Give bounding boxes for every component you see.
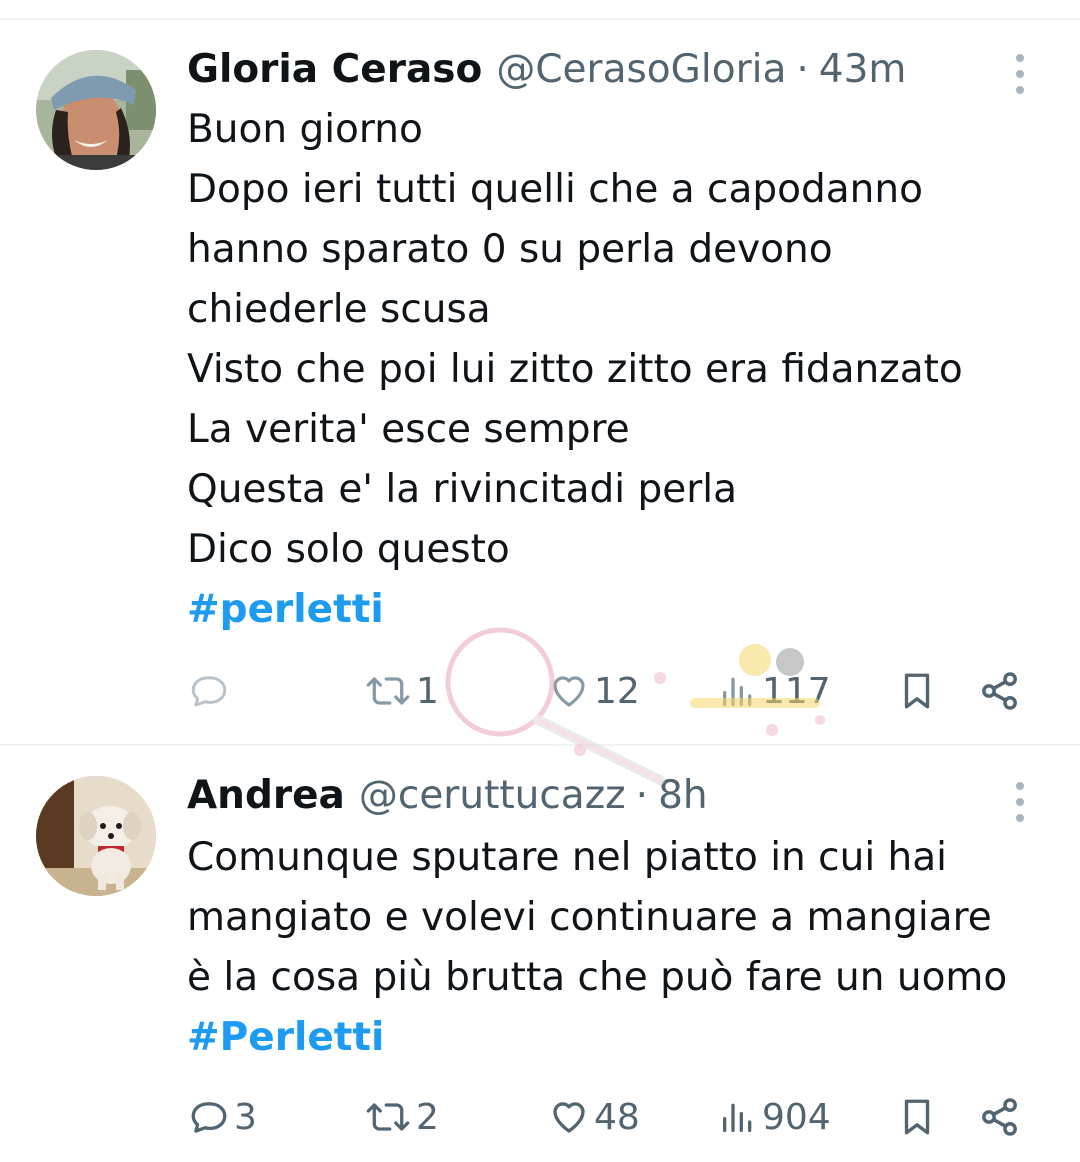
views-button[interactable]: 904 bbox=[718, 1096, 831, 1138]
tweet-header: Andrea @ceruttucazz · 8h bbox=[187, 772, 708, 820]
action-bar: 3 2 48 904 bbox=[0, 1090, 1080, 1150]
views-count: 117 bbox=[762, 670, 831, 712]
like-count: 12 bbox=[594, 670, 640, 712]
views-icon bbox=[723, 1103, 752, 1132]
action-bar: 1 12 117 bbox=[0, 660, 1080, 720]
repost-button[interactable]: 2 bbox=[364, 1096, 439, 1138]
more-icon[interactable] bbox=[1006, 54, 1034, 94]
user-handle[interactable]: @ceruttucazz bbox=[359, 772, 626, 820]
repost-count: 2 bbox=[416, 1096, 439, 1138]
like-button[interactable]: 12 bbox=[548, 670, 640, 712]
hashtag-link[interactable]: #Perletti bbox=[187, 1008, 1007, 1068]
like-button[interactable]: 48 bbox=[548, 1096, 640, 1138]
avatar[interactable] bbox=[36, 50, 156, 170]
heart-icon bbox=[553, 676, 585, 707]
reply-button[interactable]: 3 bbox=[188, 1096, 257, 1138]
share-button[interactable] bbox=[978, 668, 1022, 714]
reply-icon bbox=[191, 1102, 227, 1133]
views-count: 904 bbox=[762, 1096, 831, 1138]
heart-icon bbox=[553, 1102, 585, 1133]
share-icon bbox=[982, 672, 1017, 710]
views-icon bbox=[723, 677, 752, 706]
tweet-line: hanno sparato 0 su perla devono bbox=[187, 227, 833, 272]
tweet-1[interactable]: Gloria Ceraso @CerasoGloria · 43m Buon g… bbox=[0, 20, 1080, 744]
bookmark-icon bbox=[904, 673, 930, 709]
bookmark-button[interactable] bbox=[896, 668, 938, 714]
hashtag-link[interactable]: #perletti bbox=[187, 580, 963, 640]
timestamp[interactable]: 8h bbox=[658, 772, 708, 820]
repost-count: 1 bbox=[416, 670, 439, 712]
repost-icon bbox=[366, 677, 410, 705]
tweet-line: chiederle scusa bbox=[187, 287, 491, 332]
reply-count: 3 bbox=[234, 1096, 257, 1138]
tweet-text: Comunque sputare nel piatto in cui hai m… bbox=[187, 828, 1007, 1068]
display-name[interactable]: Gloria Ceraso bbox=[187, 46, 482, 94]
tweet-line: è la cosa più brutta che può fare un uom… bbox=[187, 955, 1008, 1000]
more-icon[interactable] bbox=[1006, 782, 1034, 822]
tweet-header: Gloria Ceraso @CerasoGloria · 43m bbox=[187, 46, 906, 94]
repost-button[interactable]: 1 bbox=[364, 670, 439, 712]
tweet-line: Dopo ieri tutti quelli che a capodanno bbox=[187, 167, 923, 212]
tweet-line: mangiato e volevi continuare a mangiare bbox=[187, 895, 992, 940]
separator: · bbox=[635, 773, 649, 818]
reply-icon bbox=[191, 676, 227, 707]
avatar[interactable] bbox=[36, 776, 156, 896]
tweet-line: Dico solo questo bbox=[187, 527, 510, 572]
separator: · bbox=[796, 47, 809, 92]
tweet-line: Questa e' la rivincitadi perla bbox=[187, 467, 738, 512]
share-icon bbox=[982, 1098, 1017, 1136]
tweet-line: Buon giorno bbox=[187, 107, 423, 152]
reply-button[interactable] bbox=[188, 670, 234, 712]
share-button[interactable] bbox=[978, 1094, 1022, 1140]
bookmark-button[interactable] bbox=[896, 1094, 938, 1140]
views-button[interactable]: 117 bbox=[718, 670, 831, 712]
bookmark-icon bbox=[904, 1099, 930, 1135]
display-name[interactable]: Andrea bbox=[187, 772, 345, 820]
repost-icon bbox=[366, 1103, 410, 1131]
user-handle[interactable]: @CerasoGloria bbox=[496, 46, 786, 94]
tweet-line: La verita' esce sempre bbox=[187, 407, 630, 452]
timestamp[interactable]: 43m bbox=[819, 46, 907, 94]
tweet-line: Visto che poi lui zitto zitto era fidanz… bbox=[187, 347, 963, 392]
tweet-text: Buon giorno Dopo ieri tutti quelli che a… bbox=[187, 100, 963, 640]
tweet-line: Comunque sputare nel piatto in cui hai bbox=[187, 835, 948, 880]
like-count: 48 bbox=[594, 1096, 640, 1138]
tweet-2[interactable]: Andrea @ceruttucazz · 8h Comunque sputar… bbox=[0, 746, 1080, 1162]
